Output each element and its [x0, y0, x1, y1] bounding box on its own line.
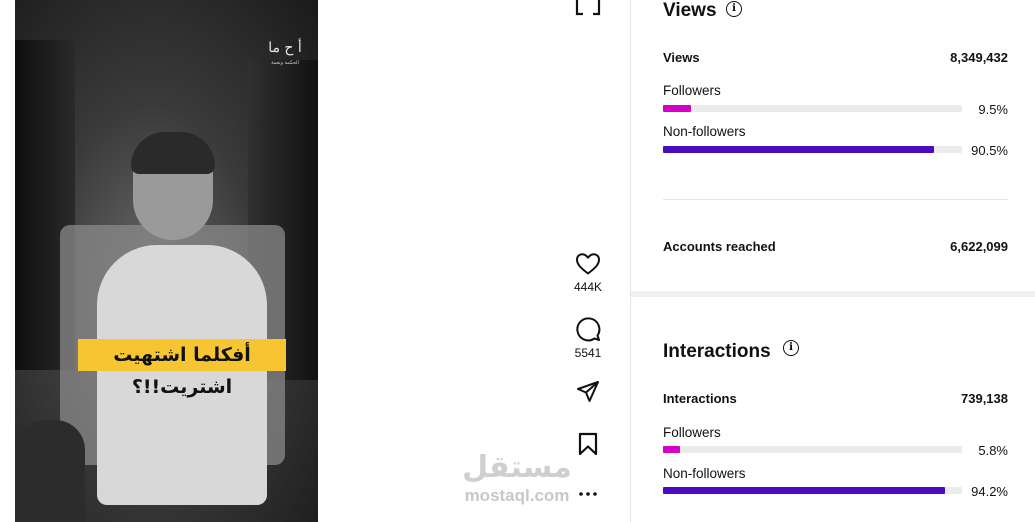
interactions-followers-label: Followers [663, 425, 721, 440]
channel-logo-subtitle: الحكمة ونعمة [271, 60, 299, 66]
send-icon [577, 381, 599, 402]
comment-count: 5541 [574, 346, 602, 360]
accounts-reached-label: Accounts reached [663, 239, 776, 254]
comment-icon [576, 317, 601, 342]
interactions-followers-bar [663, 446, 962, 453]
panel-divider [630, 0, 631, 522]
views-total-label: Views [663, 50, 700, 65]
views-followers-bar [663, 105, 962, 112]
video-child-hair [131, 132, 215, 174]
interactions-nonfollowers-label: Non-followers [663, 466, 746, 481]
mostaql-watermark: مستقل mostaql.com [452, 451, 582, 515]
interactions-total-label: Interactions [663, 391, 737, 406]
views-nonfollowers-label: Non-followers [663, 124, 746, 139]
section-separator [631, 291, 1035, 297]
views-total-value: 8,349,432 [950, 50, 1008, 65]
comment-button[interactable]: 5541 [568, 316, 608, 360]
accounts-reached-value: 6,622,099 [950, 239, 1008, 254]
views-nonfollowers-bar-fill [663, 146, 934, 153]
video-caption: أفكلما اشتهيت اشتريت!!؟ [78, 339, 286, 398]
views-nonfollowers-bar [663, 146, 962, 153]
interactions-info-icon[interactable]: i [783, 340, 799, 356]
interactions-nonfollowers-percent: 94.2% [971, 484, 1008, 499]
views-followers-percent: 9.5% [978, 102, 1008, 117]
video-player[interactable]: أ ح ما الحكمة ونعمة أفكلما اشتهيت اشتريت… [15, 0, 318, 522]
interactions-section-title: Interactions [663, 341, 771, 362]
heart-icon [576, 253, 600, 275]
watermark-latin: mostaql.com [464, 486, 570, 505]
watermark-arabic: مستقل [462, 450, 572, 485]
views-nonfollowers-percent: 90.5% [971, 143, 1008, 158]
channel-logo: أ ح ما الحكمة ونعمة [263, 26, 307, 70]
interactions-total-value: 739,138 [961, 391, 1008, 406]
views-followers-label: Followers [663, 83, 721, 98]
channel-logo-mark: أ ح ما [268, 40, 302, 56]
video-plant [15, 420, 85, 522]
interactions-nonfollowers-bar-fill [663, 487, 945, 494]
expand-icon[interactable] [575, 0, 601, 20]
views-info-icon[interactable]: i [726, 1, 742, 17]
interactions-followers-bar-fill [663, 446, 681, 453]
like-count: 444K [573, 280, 603, 294]
like-button[interactable]: 444K [568, 252, 608, 294]
views-followers-bar-fill [663, 105, 692, 112]
interactions-nonfollowers-bar [663, 487, 962, 494]
share-button[interactable] [568, 380, 608, 404]
reel-insights-page: أ ح ما الحكمة ونعمة أفكلما اشتهيت اشتريت… [0, 0, 1035, 522]
views-section-title: Views [663, 0, 717, 21]
interactions-followers-percent: 5.8% [978, 443, 1008, 458]
views-divider [663, 199, 1008, 200]
